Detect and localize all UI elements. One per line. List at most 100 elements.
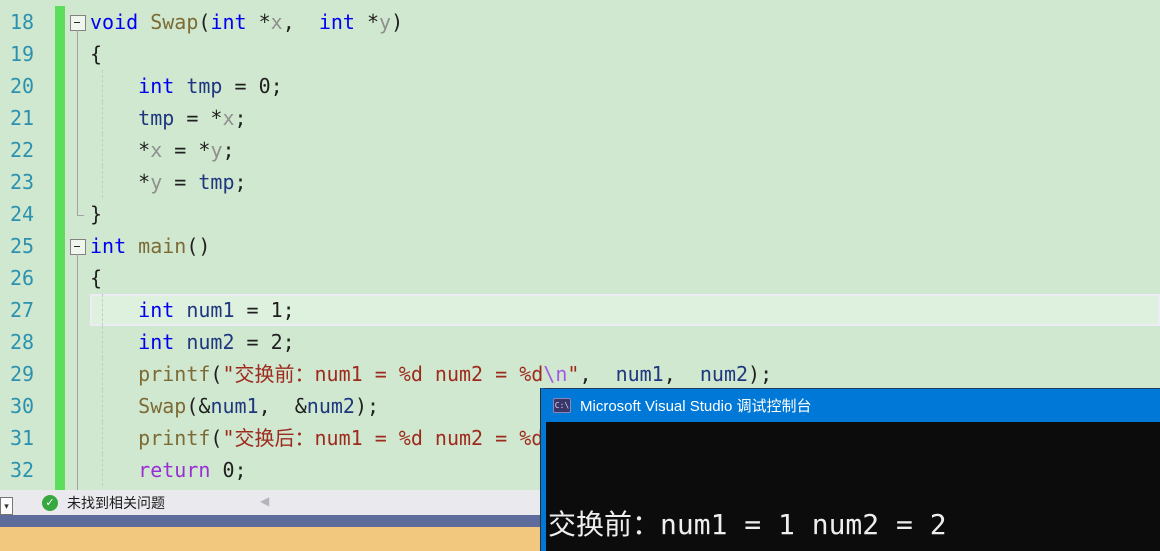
token-pl: 0; [210, 458, 247, 482]
token-pl: * [90, 170, 151, 194]
token-kw: int [318, 10, 355, 34]
token-pl: , [579, 362, 616, 386]
scrollbar-left-arrow-icon[interactable]: ◀ [260, 494, 269, 508]
change-tracking-bar [55, 422, 65, 454]
token-pl: } [90, 202, 103, 226]
code-text[interactable]: printf("交换前：num1 = %d num2 = %d\n", num1… [90, 358, 1160, 390]
token-pl: = 1; [234, 298, 295, 322]
code-text[interactable]: { [90, 38, 1160, 70]
code-text[interactable]: tmp = *x; [90, 102, 1160, 134]
token-var: num2 [699, 362, 749, 386]
fold-guide-line [65, 390, 90, 422]
console-title-bar[interactable]: C:\ Microsoft Visual Studio 调试控制台 [546, 389, 1160, 422]
line-number: 24 [10, 202, 35, 226]
code-line[interactable]: 25 int main() [0, 230, 1160, 262]
code-text[interactable]: *y = tmp; [90, 166, 1160, 198]
chevron-down-icon[interactable]: ▾ [0, 497, 13, 515]
token-pl: * [354, 10, 380, 34]
change-tracking-bar [55, 166, 65, 198]
token-fn: printf [138, 426, 211, 450]
fold-guide-line [65, 38, 90, 70]
code-text[interactable]: int main() [90, 230, 1160, 262]
line-number: 23 [10, 170, 35, 194]
line-number: 27 [10, 298, 35, 322]
change-tracking-bar [55, 294, 65, 326]
token-var: tmp [138, 106, 175, 130]
token-fn: Swap [138, 394, 187, 418]
token-var: tmp [186, 74, 223, 98]
token-param: x [222, 106, 235, 130]
console-output[interactable]: 交换前：num1 = 1 num2 = 2 交换后：num1 = 2 num2 … [546, 422, 1160, 551]
code-line[interactable]: 19 { [0, 38, 1160, 70]
token-param: x [150, 138, 163, 162]
code-text[interactable]: } [90, 198, 1160, 230]
line-number: 18 [10, 10, 35, 34]
token-pl: , [282, 10, 319, 34]
fold-collapse-icon[interactable] [65, 6, 90, 38]
fold-guide-line [65, 166, 90, 198]
code-text[interactable]: { [90, 262, 1160, 294]
token-param: x [270, 10, 283, 34]
fold-guide-line [65, 294, 90, 326]
code-line[interactable]: 28 int num2 = 2; [0, 326, 1160, 358]
token-kw: int [138, 330, 175, 354]
code-line[interactable]: 26 { [0, 262, 1160, 294]
code-line[interactable]: 21 tmp = *x; [0, 102, 1160, 134]
line-number: 32 [10, 458, 35, 482]
code-line[interactable]: 27 int num1 = 1; [0, 294, 1160, 326]
code-line[interactable]: 23 *y = tmp; [0, 166, 1160, 198]
token-param: y [379, 10, 392, 34]
code-text[interactable]: int tmp = 0; [90, 70, 1160, 102]
token-pl: { [90, 266, 103, 290]
line-number: 25 [10, 234, 35, 258]
cmd-icon: C:\ [553, 398, 571, 413]
token-str: "交换前：num1 = %d num2 = %d [222, 362, 544, 386]
fold-guide-line [65, 102, 90, 134]
token-pl: ) [391, 10, 404, 34]
fold-collapse-icon[interactable] [65, 230, 90, 262]
debug-console-window[interactable]: C:\ Microsoft Visual Studio 调试控制台 交换前：nu… [541, 388, 1160, 551]
token-kw: int [138, 74, 175, 98]
code-text[interactable]: *x = *y; [90, 134, 1160, 166]
line-number: 26 [10, 266, 35, 290]
token-pl: ); [748, 362, 773, 386]
token-pl: (& [186, 394, 211, 418]
code-line[interactable]: 18 void Swap(int *x, int *y) [0, 6, 1160, 38]
token-pl: ( [198, 10, 211, 34]
line-number: 29 [10, 362, 35, 386]
code-text[interactable]: void Swap(int *x, int *y) [90, 6, 1160, 38]
code-text[interactable]: int num1 = 1; [90, 294, 1160, 326]
token-var: tmp [198, 170, 235, 194]
token-pl: ( [210, 426, 223, 450]
token-pl: , [663, 362, 700, 386]
line-number: 22 [10, 138, 35, 162]
token-pl: * [90, 138, 151, 162]
fold-guide-line [65, 454, 90, 486]
code-line[interactable]: 29 printf("交换前：num1 = %d num2 = %d\n", n… [0, 358, 1160, 390]
token-pl: = [162, 170, 199, 194]
code-line[interactable]: 20 int tmp = 0; [0, 70, 1160, 102]
fold-guide-line [65, 422, 90, 454]
token-param: y [210, 138, 223, 162]
change-tracking-bar [55, 326, 65, 358]
token-esc: \n [543, 362, 568, 386]
token-fn: Swap [150, 10, 199, 34]
fold-guide-line [65, 358, 90, 390]
token-var: num1 [210, 394, 259, 418]
code-line[interactable]: 22 *x = *y; [0, 134, 1160, 166]
fold-guide-line [65, 70, 90, 102]
vs-window: 18 void Swap(int *x, int *y) 19{20 int tmp… [0, 0, 1160, 551]
code-line[interactable]: 24} [0, 198, 1160, 230]
token-pl: { [90, 42, 103, 66]
check-circle-icon[interactable]: ✓ [42, 494, 58, 511]
fold-guide-line [77, 254, 78, 262]
code-text[interactable]: int num2 = 2; [90, 326, 1160, 358]
line-number: 30 [10, 394, 35, 418]
token-var: num2 [186, 330, 235, 354]
health-status-text: 未找到相关问题 [67, 494, 165, 511]
